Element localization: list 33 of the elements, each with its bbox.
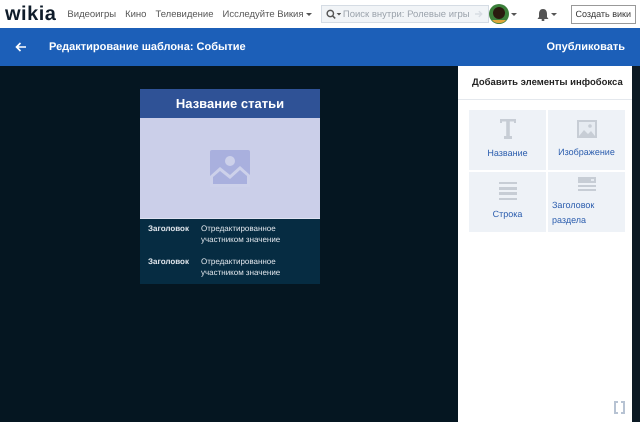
wikia-logo[interactable]: wikia [5, 4, 56, 24]
caret-icon [510, 12, 516, 16]
back-arrow-icon [15, 42, 27, 52]
brackets-icon [614, 401, 625, 414]
text-icon [500, 119, 516, 139]
caret-icon [550, 12, 556, 16]
nav-link[interactable]: Видеоигры [67, 8, 116, 20]
infobox-title: Название статьи [140, 89, 320, 118]
nav-link[interactable]: Телевидение [155, 8, 214, 20]
publish-button[interactable]: Опубликовать [546, 41, 625, 53]
row-label: Заголовок [148, 223, 190, 235]
avatar-icon [488, 4, 508, 24]
search-icon [326, 9, 341, 19]
add-element-button[interactable]: Изображение [548, 110, 625, 170]
add-element-button[interactable]: Строка [469, 172, 546, 232]
create-wiki-button[interactable]: Создать вики [570, 4, 636, 24]
add-element-button[interactable]: Название [469, 110, 546, 170]
row-value: Отредактированное участником значение [201, 256, 282, 278]
nav-link[interactable]: Исследуйте Викия [222, 8, 312, 20]
scrollbar[interactable] [632, 66, 640, 422]
arrow-icon [474, 10, 484, 18]
editor-title: Редактирование шаблона: Событие [49, 41, 246, 53]
image-icon [576, 120, 596, 138]
caret-icon [306, 12, 312, 16]
search-field[interactable]: Поиск внутри: Ролевые игры [320, 5, 488, 23]
row-value: Отредактированное участником значение [201, 223, 282, 245]
section-header-icon [578, 176, 596, 190]
nav-link[interactable]: Кино [125, 8, 146, 20]
row-label: Заголовок [148, 256, 190, 268]
row-icon [498, 182, 516, 200]
add-element-button[interactable]: Заголовок раздела [548, 172, 625, 232]
image-icon [210, 150, 250, 186]
bell-icon [536, 8, 548, 20]
